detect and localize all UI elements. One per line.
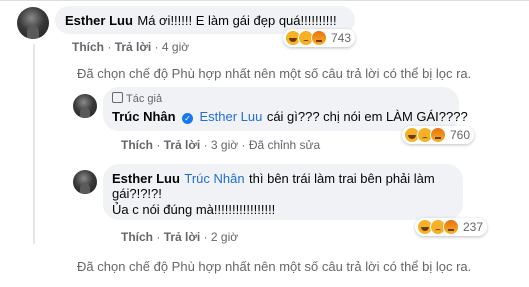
- comment-author[interactable]: Esther Luu: [65, 13, 133, 28]
- angry-icon: [430, 127, 446, 143]
- reaction-summary[interactable]: 760: [402, 126, 475, 144]
- avatar-esther-luu[interactable]: [17, 7, 49, 39]
- reply-content: Trúc Nhân ✓ Esther Luu cái gì??? chị nói…: [112, 108, 468, 126]
- comment-text: Má ơi!!!!!! E làm gái đẹp quá!!!!!!!!!!: [137, 13, 337, 28]
- reply-link[interactable]: Trả lời: [115, 40, 152, 54]
- reply-text: cái gì??? chị nói em LÀM GÁI????: [266, 109, 468, 124]
- verified-badge-icon: ✓: [182, 113, 194, 124]
- comment-actions: Thích · Trả lời · 4 giờ: [72, 40, 190, 54]
- like-link[interactable]: Thích: [121, 230, 153, 244]
- top-divider: [0, 0, 529, 1]
- reply-text-line-1: thì bên trái làm trai bên phải làm: [249, 171, 435, 186]
- edited-label[interactable]: Đã chỉnh sửa: [249, 138, 320, 152]
- like-link[interactable]: Thích: [121, 138, 153, 152]
- angry-icon: [311, 30, 327, 46]
- reaction-count: 760: [450, 128, 471, 142]
- thread-line: [33, 44, 35, 244]
- mention-tag[interactable]: Esther Luu: [199, 109, 262, 124]
- timestamp[interactable]: 2 giờ: [211, 230, 238, 244]
- filter-notice: Đã chọn chế độ Phù hợp nhất nên một số c…: [77, 66, 472, 81]
- timestamp[interactable]: 4 giờ: [162, 40, 189, 54]
- reply-actions: Thích · Trả lời · 3 giờ · Đã chỉnh sửa: [121, 138, 321, 152]
- reply-link[interactable]: Trả lời: [164, 230, 201, 244]
- angry-icon: [443, 219, 459, 235]
- mention-tag[interactable]: Trúc Nhân: [184, 171, 244, 186]
- comment-content: Esther Luu Má ơi!!!!!! E làm gái đẹp quá…: [65, 12, 337, 30]
- filter-notice: Đã chọn chế độ Phù hợp nhất nên một số c…: [77, 259, 472, 274]
- reaction-count: 743: [331, 31, 352, 45]
- like-link[interactable]: Thích: [72, 40, 104, 54]
- reply-text-line-2: gái?!?!?!: [112, 186, 162, 201]
- avatar-esther-luu[interactable]: [73, 170, 97, 194]
- reaction-summary[interactable]: 237: [415, 218, 488, 236]
- reply-author[interactable]: Esther Luu: [112, 171, 180, 186]
- author-tag-label: Tác giả: [126, 93, 163, 105]
- author-tag-icon: [112, 92, 123, 103]
- reply-link[interactable]: Trả lời: [164, 138, 201, 152]
- timestamp[interactable]: 3 giờ: [211, 138, 238, 152]
- reply-author[interactable]: Trúc Nhân: [112, 109, 176, 124]
- reply-actions: Thích · Trả lời · 2 giờ: [121, 230, 239, 244]
- reaction-summary[interactable]: 743: [283, 29, 356, 47]
- reply-text-line-3: Ủa c nói đúng mà!!!!!!!!!!!!!!!!!: [112, 202, 276, 217]
- avatar-truc-nhan[interactable]: [73, 94, 97, 118]
- author-tag: Tác giả: [112, 92, 162, 105]
- reaction-count: 237: [463, 220, 484, 234]
